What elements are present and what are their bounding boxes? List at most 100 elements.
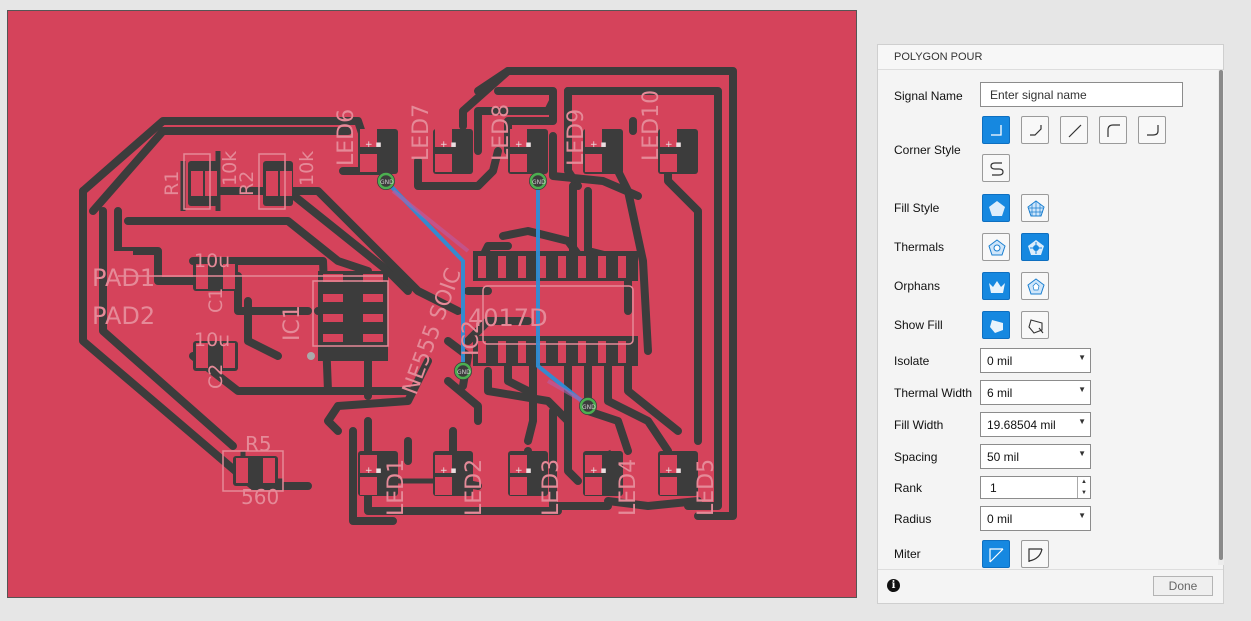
svg-text:+ ▪: + ▪ xyxy=(440,140,457,150)
radius-label: Radius xyxy=(894,512,932,526)
polygon-pour-panel: POLYGON POUR Signal Name Corner Style Fi… xyxy=(877,44,1224,604)
thermals-label: Thermals xyxy=(894,240,945,254)
svg-text:+ ▪: + ▪ xyxy=(665,466,682,476)
label-560: 560 xyxy=(241,485,279,509)
label-c1: C1 xyxy=(205,288,227,313)
corner-round-inner-button[interactable] xyxy=(1138,116,1166,144)
label-ic1: IC1 xyxy=(280,305,305,341)
svg-text:+ ▪: + ▪ xyxy=(665,140,682,150)
via-label: GND xyxy=(582,404,596,411)
signal-name-input[interactable] xyxy=(980,82,1183,107)
radius-select[interactable]: 0 mil ▼ xyxy=(980,506,1091,531)
corner-square-icon xyxy=(991,125,1002,136)
svg-text:+ ▪: + ▪ xyxy=(365,140,382,150)
label-led10: LED10 xyxy=(639,90,664,161)
corner-s-curve-button[interactable] xyxy=(982,154,1010,182)
orphans-keep-button[interactable] xyxy=(1021,272,1049,300)
orphan-remove-icon xyxy=(989,281,1005,293)
fill-hatch-button[interactable] xyxy=(1021,194,1049,222)
miter-label: Miter xyxy=(894,547,921,561)
label-led1: LED1 xyxy=(384,459,409,516)
isolate-select[interactable]: 0 mil ▼ xyxy=(980,348,1091,373)
corner-chamfer-short-icon xyxy=(1030,125,1042,136)
corner-round-outer-button[interactable] xyxy=(1099,116,1127,144)
isolate-label: Isolate xyxy=(894,354,930,368)
label-10k: 10k xyxy=(296,151,318,186)
corner-chamfer-long-button[interactable] xyxy=(1060,116,1088,144)
corner-s-curve-icon xyxy=(990,162,1004,176)
pentagon-solid-icon xyxy=(989,201,1005,216)
spacing-select[interactable]: 50 mil ▼ xyxy=(980,444,1091,469)
miter-straight-icon xyxy=(989,548,1004,563)
label-led7: LED7 xyxy=(409,104,434,161)
thermal-width-label: Thermal Width xyxy=(894,386,973,400)
thermal-width-value: 6 mil xyxy=(987,386,1013,400)
fill-width-select[interactable]: 19.68504 mil ▼ xyxy=(980,412,1091,437)
fill-solid-button[interactable] xyxy=(982,194,1010,222)
label-r5: R5 xyxy=(245,432,272,456)
miter-round-icon xyxy=(1028,548,1043,562)
corner-round-inner-icon xyxy=(1147,125,1159,136)
chevron-down-icon: ▼ xyxy=(1078,353,1086,362)
rank-spin[interactable]: ▲ ▼ xyxy=(1077,477,1090,498)
label-10u: 10u xyxy=(194,329,230,351)
panel-scrollbar-thumb[interactable] xyxy=(1219,70,1223,560)
label-pad1: PAD1 xyxy=(92,264,155,292)
pcb-canvas[interactable]: + ▪ + ▪ + ▪ + ▪ + ▪ + ▪ + ▪ + ▪ + ▪ + ▪ PAD1 PAD2… xyxy=(0,0,868,621)
copper-traces xyxy=(79,67,737,525)
panel-title: POLYGON POUR xyxy=(878,45,1223,70)
label-led2: LED2 xyxy=(462,459,487,516)
fill-style-label: Fill Style xyxy=(894,201,940,215)
pentagon-hatch-icon xyxy=(1027,200,1045,217)
svg-text:+ ▪: + ▪ xyxy=(590,466,607,476)
svg-text:+ ▪: + ▪ xyxy=(515,140,532,150)
corner-style-label: Corner Style xyxy=(894,143,961,157)
label-10u: 10u xyxy=(194,250,230,272)
miter-straight-button[interactable] xyxy=(982,540,1010,568)
miter-round-button[interactable] xyxy=(1021,540,1049,568)
pentagon-keep-icon xyxy=(1027,278,1045,295)
corner-chamfer-short-button[interactable] xyxy=(1021,116,1049,144)
spin-up-icon[interactable]: ▲ xyxy=(1078,477,1090,488)
isolate-value: 0 mil xyxy=(987,354,1013,368)
chevron-down-icon: ▼ xyxy=(1078,385,1086,394)
svg-text:+ ▪: + ▪ xyxy=(440,466,457,476)
signal-name-label: Signal Name xyxy=(894,89,963,103)
corner-square-button[interactable] xyxy=(982,116,1010,144)
label-led6: LED6 xyxy=(334,109,359,166)
corner-round-outer-icon xyxy=(1107,124,1120,137)
show-fill-off-button[interactable] xyxy=(1021,311,1049,339)
label-led3: LED3 xyxy=(539,459,564,516)
label-led5: LED5 xyxy=(694,459,719,516)
fill-width-value: 19.68504 mil xyxy=(987,418,1056,432)
rank-stepper[interactable]: 1 ▲ ▼ xyxy=(980,476,1091,499)
pentagon-thermal-icon xyxy=(1028,240,1044,255)
chevron-down-icon: ▼ xyxy=(1078,449,1086,458)
thermal-width-select[interactable]: 6 mil ▼ xyxy=(980,380,1091,405)
via-label: GND xyxy=(532,179,546,186)
thermals-off-button[interactable] xyxy=(982,233,1010,261)
chevron-down-icon: ▼ xyxy=(1078,417,1086,426)
chevron-down-icon: ▼ xyxy=(1078,511,1086,520)
thermals-on-button[interactable] xyxy=(1021,233,1049,261)
spacing-label: Spacing xyxy=(894,450,938,464)
label-r1: R1 xyxy=(161,171,183,196)
panel-footer: i Done xyxy=(878,569,1223,603)
orphans-remove-button[interactable] xyxy=(982,272,1010,300)
pentagon-ring-icon xyxy=(988,239,1006,256)
done-button[interactable]: Done xyxy=(1153,576,1213,596)
fill-hidden-icon xyxy=(1028,319,1044,334)
pcb-board[interactable]: + ▪ + ▪ + ▪ + ▪ + ▪ + ▪ + ▪ + ▪ + ▪ + ▪ PAD1 PAD2… xyxy=(7,10,857,598)
spacing-value: 50 mil xyxy=(987,450,1020,464)
label-led8: LED8 xyxy=(489,104,514,161)
rank-label: Rank xyxy=(894,481,923,495)
info-icon[interactable]: i xyxy=(887,579,900,592)
label-led9: LED9 xyxy=(564,109,589,166)
fill-width-label: Fill Width xyxy=(894,418,944,432)
label-pad2: PAD2 xyxy=(92,302,155,330)
spin-down-icon[interactable]: ▼ xyxy=(1078,488,1090,499)
label-c2: C2 xyxy=(205,364,227,389)
pcb-artwork: + ▪ + ▪ + ▪ + ▪ + ▪ + ▪ + ▪ + ▪ + ▪ + ▪ PAD1 PAD2… xyxy=(79,67,737,525)
show-fill-on-button[interactable] xyxy=(982,311,1010,339)
via-label: GND xyxy=(457,369,471,376)
